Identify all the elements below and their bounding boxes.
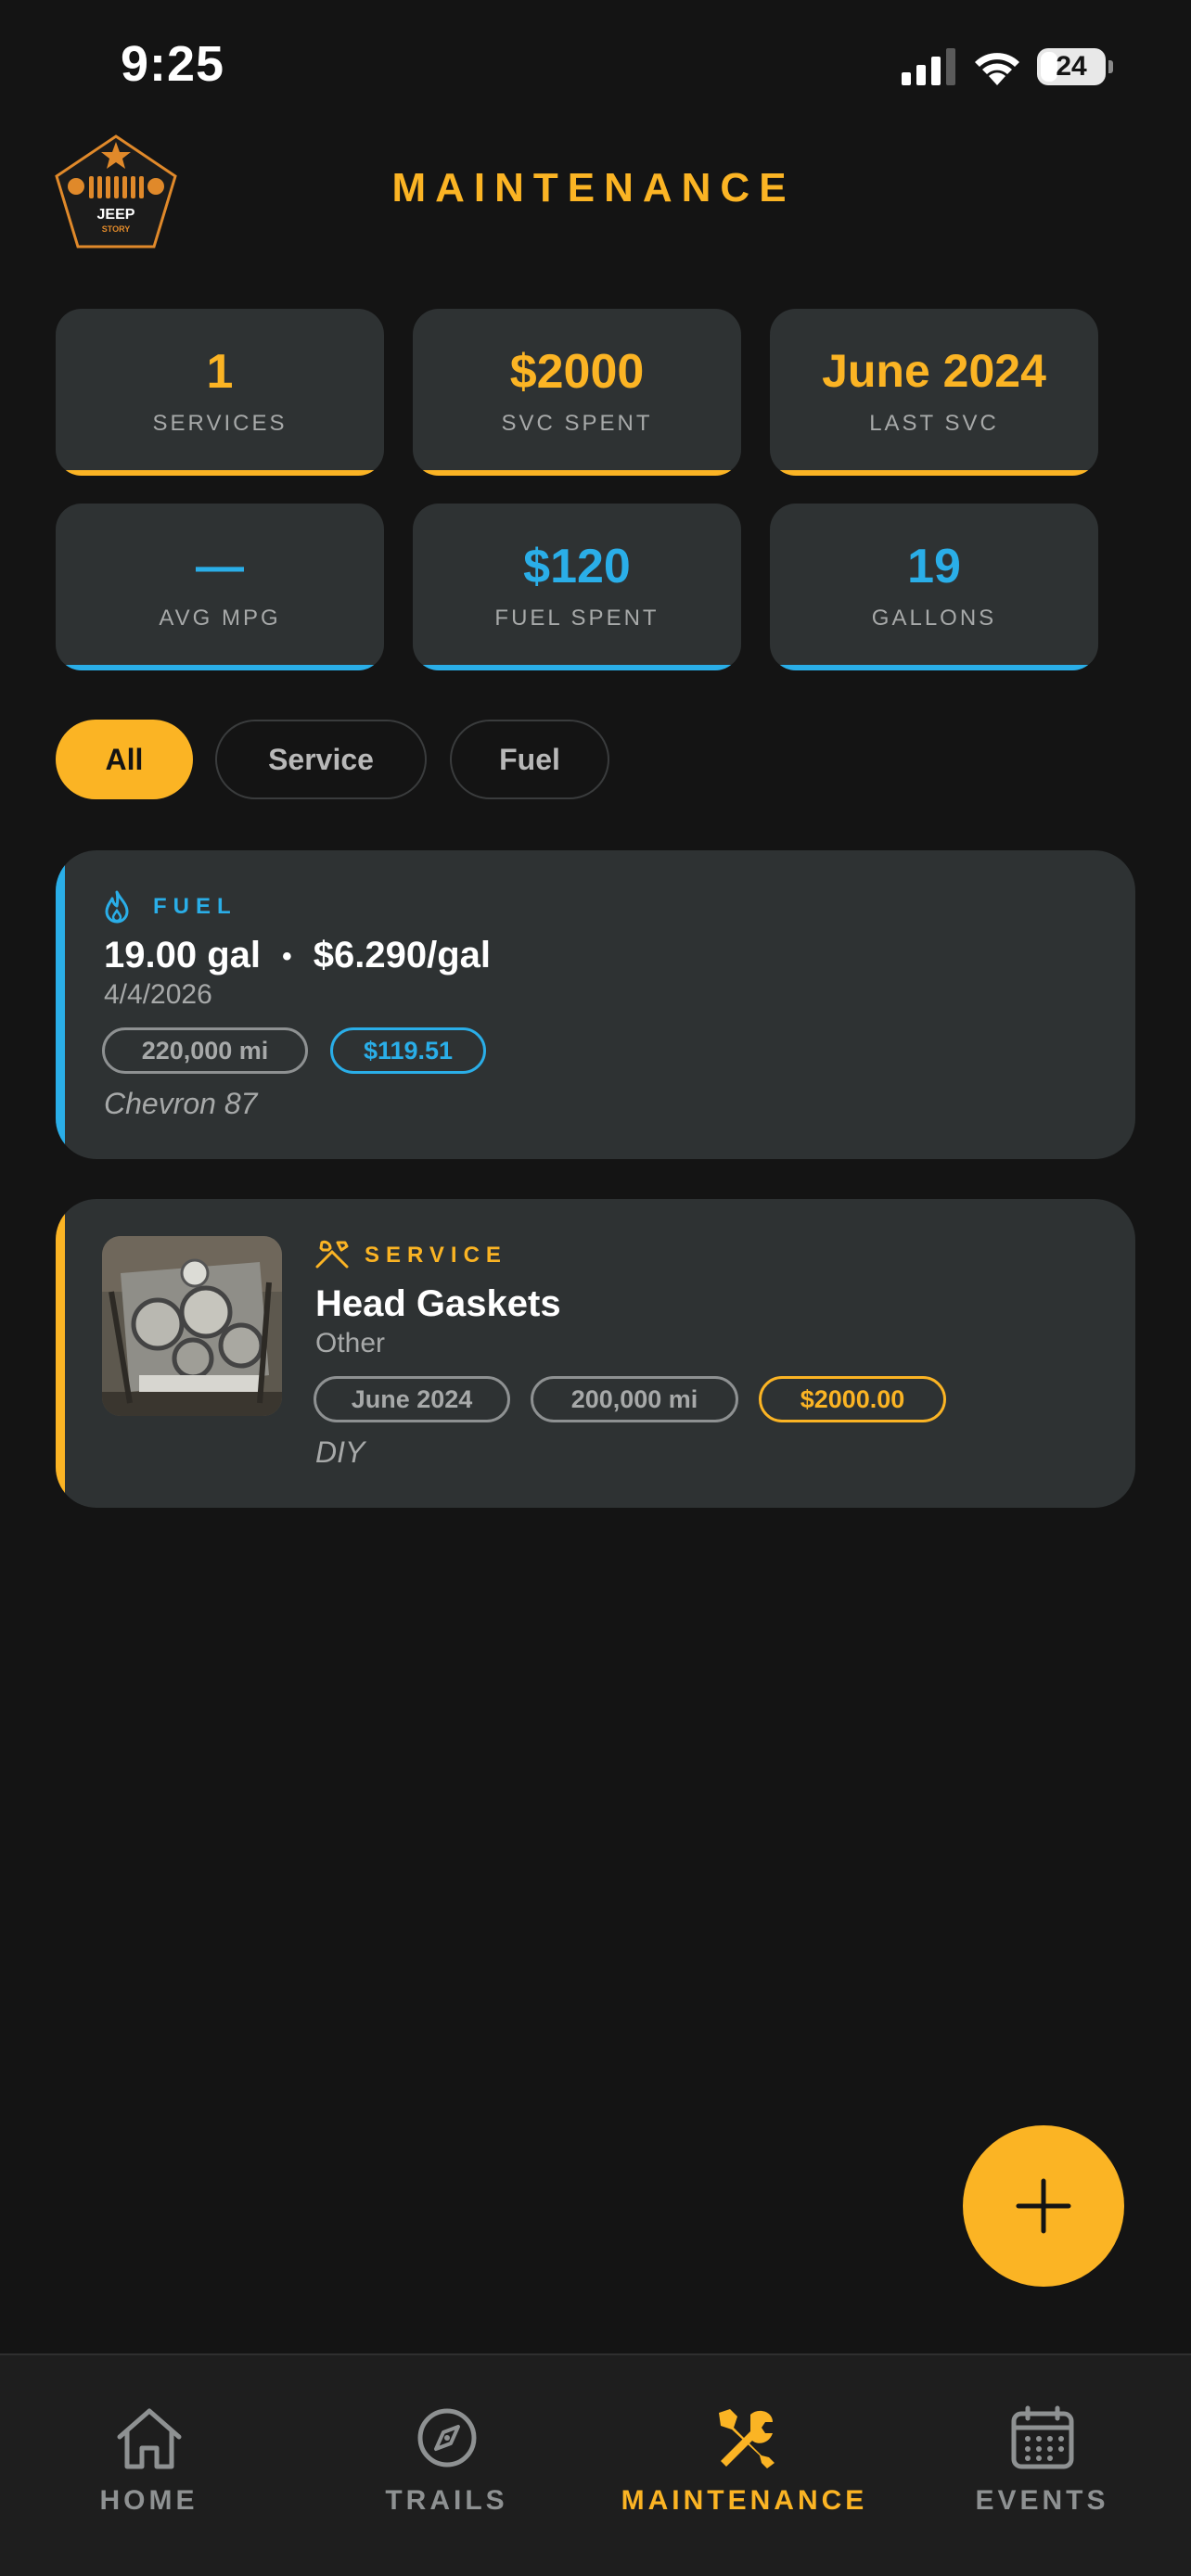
plus-icon — [1016, 2178, 1071, 2234]
filter-chip-all[interactable]: All — [56, 720, 193, 799]
wifi-icon — [975, 53, 1019, 85]
stat-value: 1 — [206, 345, 234, 399]
tab-trails[interactable]: TRAILS — [298, 2355, 596, 2576]
cost-pill: $119.51 — [330, 1027, 486, 1074]
logo-text-story: STORY — [102, 224, 131, 234]
mileage-pill: 200,000 mi — [531, 1376, 738, 1422]
compass-icon — [417, 2408, 477, 2468]
status-time: 9:25 — [121, 36, 225, 92]
stat-value: $2000 — [509, 345, 645, 399]
stat-fuel-spent: $120 FUEL SPENT — [413, 504, 741, 670]
card-accent-bar — [56, 850, 65, 1159]
stat-label: AVG MPG — [159, 606, 281, 631]
tab-label: EVENTS — [975, 2485, 1109, 2516]
cost-pill: $2000.00 — [759, 1376, 946, 1422]
stat-services: 1 SERVICES — [56, 309, 384, 476]
stat-value: — — [196, 540, 244, 593]
stat-value: $120 — [523, 540, 631, 593]
entry-type-label: SERVICE — [365, 1243, 507, 1268]
fuel-price-per-gallon: $6.290/gal — [313, 935, 492, 976]
fuel-gallons: 19.00 gal — [104, 935, 262, 976]
stat-label: FUEL SPENT — [494, 606, 660, 631]
service-title: Head Gaskets — [315, 1283, 561, 1324]
tab-label: TRAILS — [385, 2485, 508, 2516]
bottom-tab-bar: HOME TRAILS MAINTENANCE EVENTS — [0, 2353, 1191, 2576]
date-pill: June 2024 — [314, 1376, 510, 1422]
stat-label: SERVICES — [152, 411, 288, 436]
logo-text-jeep: JEEP — [97, 207, 135, 223]
battery-level: 24 — [1056, 51, 1087, 82]
stat-label: LAST SVC — [869, 411, 999, 436]
filter-chip-service[interactable]: Service — [215, 720, 427, 799]
stat-gallons: 19 GALLONS — [770, 504, 1098, 670]
fuel-entry-title: 19.00 gal • $6.290/gal — [104, 935, 491, 976]
tab-home[interactable]: HOME — [0, 2355, 298, 2576]
stat-svc-spent: $2000 SVC SPENT — [413, 309, 741, 476]
stat-label: GALLONS — [871, 606, 997, 631]
entry-type-label: FUEL — [153, 894, 237, 919]
card-accent-bar — [56, 1199, 65, 1508]
service-category: Other — [315, 1328, 386, 1358]
wrench-screwdriver-icon — [315, 1240, 349, 1269]
filter-chip-fuel[interactable]: Fuel — [450, 720, 609, 799]
add-entry-button[interactable] — [963, 2125, 1124, 2287]
stat-label: SVC SPENT — [501, 411, 653, 436]
jeep-story-logo[interactable]: JEEP STORY — [52, 134, 180, 250]
home-icon — [117, 2408, 182, 2469]
service-entry-card[interactable]: SERVICE Head Gaskets Other June 2024 200… — [56, 1199, 1135, 1508]
tab-label: HOME — [99, 2485, 198, 2516]
stat-value: June 2024 — [822, 345, 1046, 397]
stat-value: 19 — [907, 540, 961, 593]
calendar-icon — [1011, 2405, 1074, 2469]
mileage-pill: 220,000 mi — [102, 1027, 308, 1074]
flame-icon — [105, 890, 129, 924]
status-bar: 9:25 24 — [0, 0, 1191, 139]
stat-last-svc: June 2024 LAST SVC — [770, 309, 1098, 476]
tab-events[interactable]: EVENTS — [893, 2355, 1191, 2576]
tab-label: MAINTENANCE — [621, 2485, 868, 2516]
title-separator: • — [282, 941, 292, 973]
fuel-entry-card[interactable]: FUEL 19.00 gal • $6.290/gal 4/4/2026 220… — [56, 850, 1135, 1159]
page-title: MAINTENANCE — [391, 165, 796, 210]
service-photo-thumbnail[interactable] — [102, 1236, 282, 1416]
battery-indicator: 24 — [1037, 48, 1113, 85]
entry-note: DIY — [315, 1435, 365, 1469]
entry-date: 4/4/2026 — [104, 979, 212, 1010]
stat-avg-mpg: — AVG MPG — [56, 504, 384, 670]
wrench-screwdriver-icon — [719, 2409, 775, 2468]
entry-note: Chevron 87 — [104, 1087, 258, 1120]
tab-maintenance[interactable]: MAINTENANCE — [596, 2355, 893, 2576]
cellular-signal-icon — [902, 48, 955, 85]
